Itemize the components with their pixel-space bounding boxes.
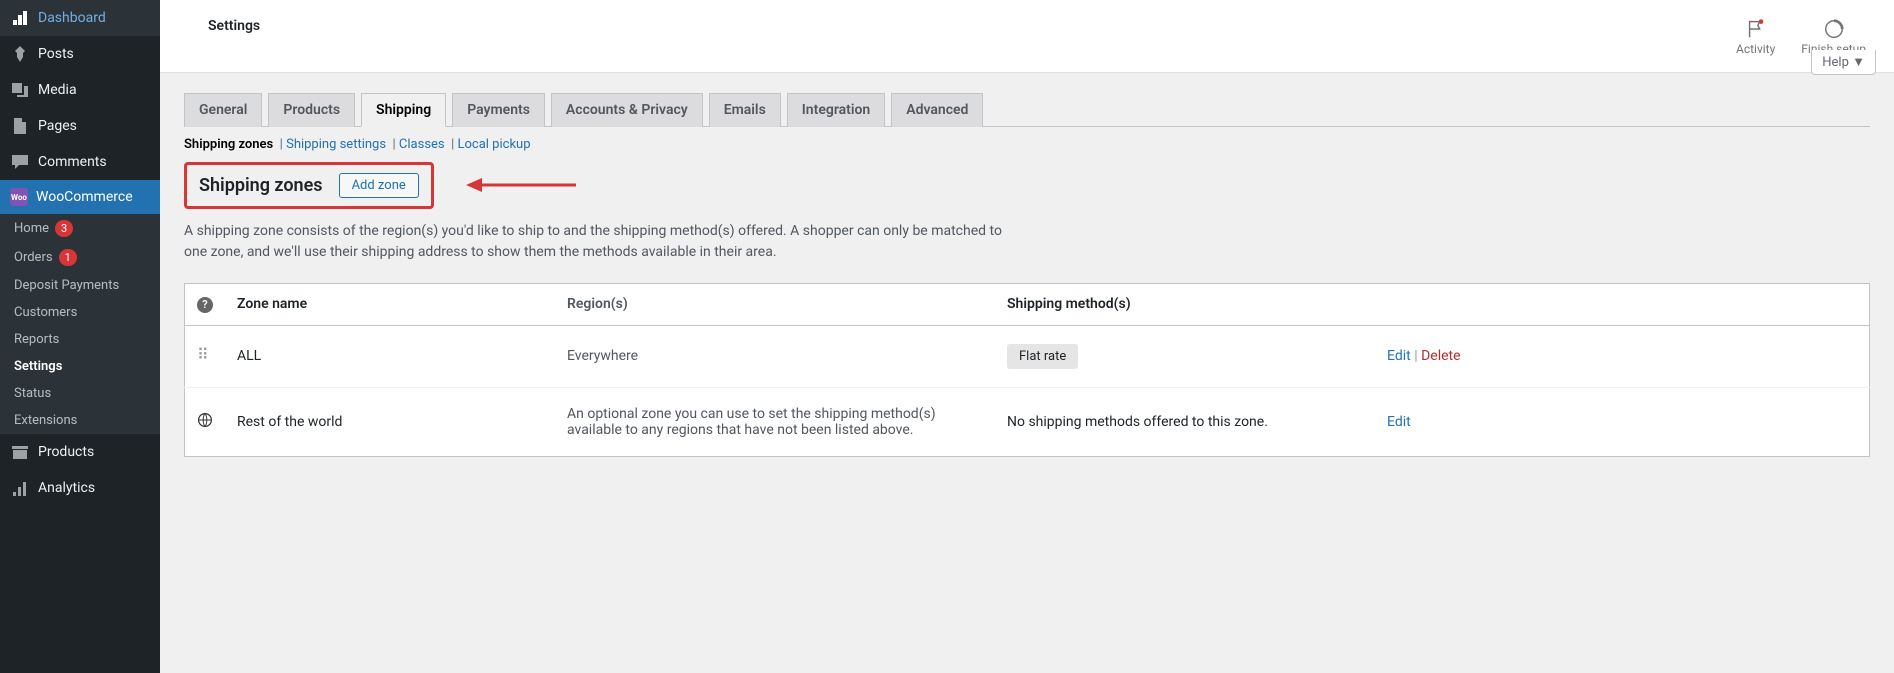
submenu-label: Orders [14, 250, 53, 265]
submenu-label: Customers [14, 305, 77, 320]
settings-tabs: General Products Shipping Payments Accou… [184, 93, 1870, 127]
sidebar-item-woocommerce[interactable]: Woo WooCommerce [0, 180, 160, 214]
section-description: A shipping zone consists of the region(s… [184, 221, 1014, 263]
progress-icon [1823, 18, 1845, 40]
sidebar-item-label: Media [38, 82, 77, 98]
woocommerce-icon: Woo [10, 188, 28, 206]
sidebar-item-label: Pages [38, 118, 77, 134]
help-tab[interactable]: Help ▼ [1811, 50, 1876, 75]
sidebar-item-products[interactable]: Products [0, 434, 160, 470]
pages-icon [10, 116, 30, 136]
zone-region: Everywhere [567, 348, 638, 364]
section-heading: Shipping zones [199, 175, 323, 196]
sidebar-item-pages[interactable]: Pages [0, 108, 160, 144]
woocommerce-submenu: Home 3 Orders 1 Deposit Payments Custome… [0, 214, 160, 434]
activity-button[interactable]: Activity [1736, 18, 1775, 56]
count-badge: 1 [59, 249, 77, 266]
zone-name: Rest of the world [237, 414, 342, 430]
submenu-label: Reports [14, 332, 59, 347]
subtab-shipping-zones[interactable]: Shipping zones [184, 137, 273, 152]
media-icon [10, 80, 30, 100]
zone-name: ALL [237, 348, 261, 364]
shipping-zones-table: ? Zone name Region(s) Shipping method(s)… [184, 283, 1870, 457]
main-area: Settings Activity Finish setup Help ▼ Ge… [160, 0, 1894, 673]
edit-link[interactable]: Edit [1387, 414, 1411, 430]
globe-icon [197, 412, 213, 428]
sidebar-item-label: Products [38, 444, 94, 460]
flag-icon [1745, 18, 1767, 40]
tab-emails[interactable]: Emails [709, 93, 781, 127]
comments-icon [10, 152, 30, 172]
submenu-deposit-payments[interactable]: Deposit Payments [0, 272, 160, 299]
tab-general[interactable]: General [184, 93, 262, 127]
th-region: Region(s) [555, 284, 995, 326]
sidebar-item-posts[interactable]: Posts [0, 36, 160, 72]
zone-methods-text: No shipping methods offered to this zone… [1007, 414, 1268, 430]
sidebar-item-media[interactable]: Media [0, 72, 160, 108]
dashboard-icon [10, 8, 30, 28]
sidebar-item-comments[interactable]: Comments [0, 144, 160, 180]
tab-payments[interactable]: Payments [452, 93, 545, 127]
submenu-extensions[interactable]: Extensions [0, 407, 160, 434]
edit-link[interactable]: Edit [1387, 348, 1411, 364]
th-methods: Shipping method(s) [995, 284, 1375, 326]
submenu-reports[interactable]: Reports [0, 326, 160, 353]
products-icon [10, 442, 30, 462]
tab-advanced[interactable]: Advanced [891, 93, 983, 127]
submenu-settings[interactable]: Settings [0, 353, 160, 380]
content: General Products Shipping Payments Accou… [160, 73, 1894, 477]
top-bar: Settings Activity Finish setup [160, 0, 1894, 73]
drag-handle-icon[interactable]: ⠿ [197, 345, 212, 364]
submenu-label: Home [14, 221, 49, 236]
submenu-customers[interactable]: Customers [0, 299, 160, 326]
zone-row: ⠿ ALL Everywhere Flat rate Edit | Delete [185, 325, 1870, 387]
delete-link[interactable]: Delete [1421, 348, 1460, 364]
annotation-arrow [466, 175, 576, 199]
count-badge: 3 [55, 220, 73, 237]
tab-accounts-privacy[interactable]: Accounts & Privacy [551, 93, 703, 127]
subtab-shipping-settings[interactable]: Shipping settings [286, 137, 386, 152]
shipping-method-tag[interactable]: Flat rate [1007, 344, 1078, 369]
heading-highlight: Shipping zones Add zone [184, 162, 434, 209]
subtab-classes[interactable]: Classes [399, 137, 445, 152]
shipping-subtabs: Shipping zones | Shipping settings | Cla… [184, 137, 1870, 152]
zone-region: An optional zone you can use to set the … [567, 406, 936, 438]
submenu-label: Deposit Payments [14, 278, 119, 293]
page-title: Settings [208, 18, 260, 34]
tab-shipping[interactable]: Shipping [361, 93, 446, 127]
th-zone-name: Zone name [225, 284, 555, 326]
sidebar-item-label: WooCommerce [36, 189, 133, 205]
pin-icon [10, 44, 30, 64]
submenu-orders[interactable]: Orders 1 [0, 243, 160, 272]
sidebar-item-analytics[interactable]: Analytics [0, 470, 160, 506]
tab-integration[interactable]: Integration [787, 93, 885, 127]
zone-row-default: Rest of the world An optional zone you c… [185, 387, 1870, 456]
submenu-status[interactable]: Status [0, 380, 160, 407]
add-zone-button[interactable]: Add zone [339, 173, 419, 198]
tab-products[interactable]: Products [268, 93, 355, 127]
help-icon[interactable]: ? [197, 297, 213, 313]
analytics-icon [10, 478, 30, 498]
activity-label: Activity [1736, 42, 1775, 56]
sidebar-item-dashboard[interactable]: Dashboard [0, 0, 160, 36]
submenu-home[interactable]: Home 3 [0, 214, 160, 243]
submenu-label: Extensions [14, 413, 77, 428]
sidebar-item-label: Comments [38, 154, 107, 170]
subtab-local-pickup[interactable]: Local pickup [458, 137, 531, 152]
admin-sidebar: Dashboard Posts Media Pages Comments Woo… [0, 0, 160, 673]
sidebar-item-label: Dashboard [38, 10, 106, 26]
submenu-label: Status [14, 386, 51, 401]
sidebar-item-label: Analytics [38, 480, 95, 496]
sidebar-item-label: Posts [38, 46, 74, 62]
submenu-label: Settings [14, 359, 62, 374]
